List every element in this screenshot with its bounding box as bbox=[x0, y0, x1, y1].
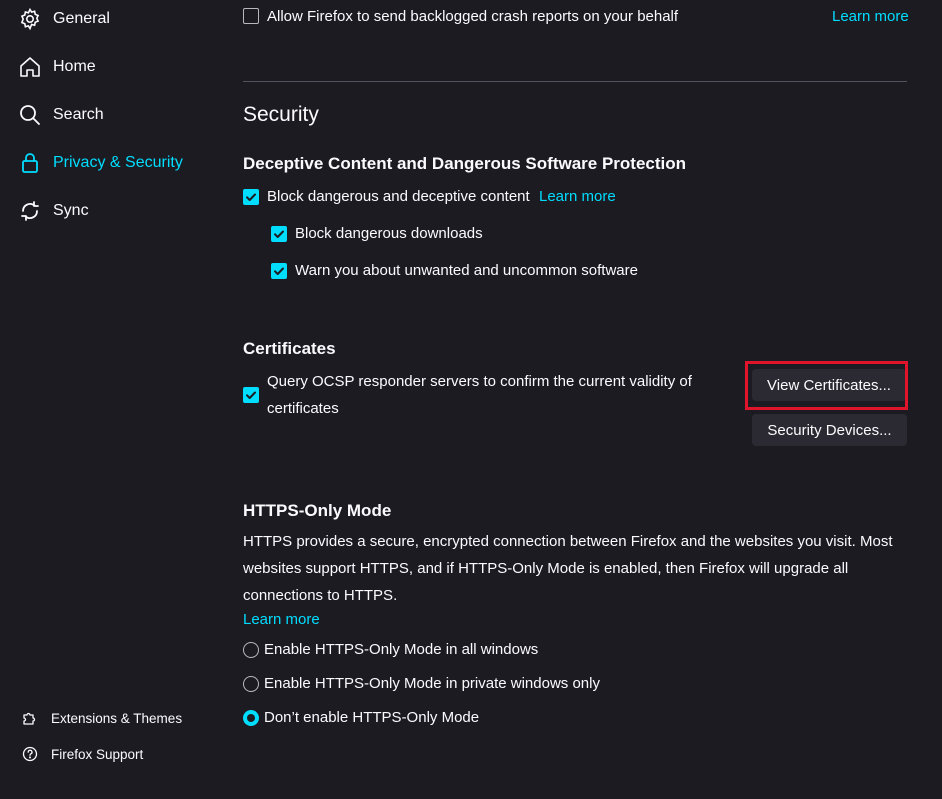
home-icon bbox=[20, 57, 40, 77]
certificates-heading: Certificates bbox=[243, 339, 336, 358]
ocsp-label-line2: certificates bbox=[267, 400, 339, 417]
sidebar-item-sync[interactable]: Sync bbox=[18, 197, 89, 225]
section-divider bbox=[243, 81, 907, 82]
https-only-all-windows-radio[interactable] bbox=[243, 642, 259, 658]
https-only-heading: HTTPS-Only Mode bbox=[243, 501, 392, 520]
footer-item-label: Firefox Support bbox=[51, 746, 144, 762]
deceptive-content-learn-more-link[interactable]: Learn more bbox=[539, 188, 616, 205]
https-only-private-windows-radio[interactable] bbox=[243, 676, 259, 692]
sidebar-item-search[interactable]: Search bbox=[18, 101, 104, 129]
https-only-all-windows-label: Enable HTTPS-Only Mode in all windows bbox=[264, 641, 539, 658]
help-icon bbox=[22, 746, 38, 762]
checkmark-icon bbox=[274, 230, 284, 238]
sidebar-item-home[interactable]: Home bbox=[18, 53, 96, 81]
https-only-private-windows-label: Enable HTTPS-Only Mode in private window… bbox=[264, 675, 600, 692]
sidebar: General Home Search Privacy & Security S… bbox=[0, 0, 230, 799]
ocsp-label-line1: Query OCSP responder servers to confirm … bbox=[267, 373, 692, 390]
security-section-title: Security bbox=[243, 103, 319, 126]
sync-icon bbox=[21, 201, 39, 221]
security-devices-button[interactable]: Security Devices... bbox=[752, 414, 907, 446]
sidebar-item-general[interactable]: General bbox=[18, 5, 110, 33]
block-dangerous-downloads-checkbox[interactable] bbox=[271, 226, 287, 242]
crash-reports-checkbox[interactable] bbox=[243, 8, 259, 24]
preferences-page: General Home Search Privacy & Security S… bbox=[0, 0, 942, 799]
warn-unwanted-software-label: Warn you about unwanted and uncommon sof… bbox=[295, 262, 638, 279]
https-only-disabled-radio[interactable] bbox=[243, 710, 259, 726]
checkmark-icon bbox=[246, 193, 256, 201]
https-only-learn-more-link[interactable]: Learn more bbox=[243, 611, 320, 628]
https-only-description: HTTPS provides a secure, encrypted conne… bbox=[243, 533, 893, 604]
block-deceptive-content-label: Block dangerous and deceptive content bbox=[267, 188, 530, 205]
gear-icon bbox=[20, 7, 40, 31]
sidebar-item-label: Sync bbox=[53, 202, 89, 219]
sidebar-item-label: General bbox=[53, 10, 110, 27]
sidebar-extensions-themes[interactable]: Extensions & Themes bbox=[22, 708, 182, 728]
footer-item-label: Extensions & Themes bbox=[51, 710, 183, 726]
sidebar-firefox-support[interactable]: Firefox Support bbox=[22, 744, 143, 764]
ocsp-checkbox[interactable] bbox=[243, 387, 259, 403]
lock-icon bbox=[22, 153, 38, 173]
checkmark-icon bbox=[246, 391, 256, 399]
checkmark-icon bbox=[274, 267, 284, 275]
block-deceptive-content-checkbox[interactable] bbox=[243, 189, 259, 205]
sidebar-item-label: Search bbox=[53, 106, 104, 123]
puzzle-icon bbox=[23, 712, 36, 725]
https-only-disabled-label: Don’t enable HTTPS-Only Mode bbox=[264, 709, 480, 726]
sidebar-item-privacy-security[interactable]: Privacy & Security bbox=[18, 149, 183, 177]
crash-reports-label: Allow Firefox to send backlogged crash r… bbox=[267, 8, 679, 25]
sidebar-item-label: Privacy & Security bbox=[53, 154, 183, 171]
crash-reports-learn-more-link[interactable]: Learn more bbox=[832, 8, 909, 25]
warn-unwanted-software-checkbox[interactable] bbox=[271, 263, 287, 279]
sidebar-item-label: Home bbox=[53, 58, 96, 75]
view-certificates-button[interactable]: View Certificates... bbox=[752, 369, 906, 401]
search-icon bbox=[20, 105, 40, 125]
block-dangerous-downloads-label: Block dangerous downloads bbox=[295, 225, 483, 242]
deceptive-content-heading: Deceptive Content and Dangerous Software… bbox=[243, 154, 687, 173]
